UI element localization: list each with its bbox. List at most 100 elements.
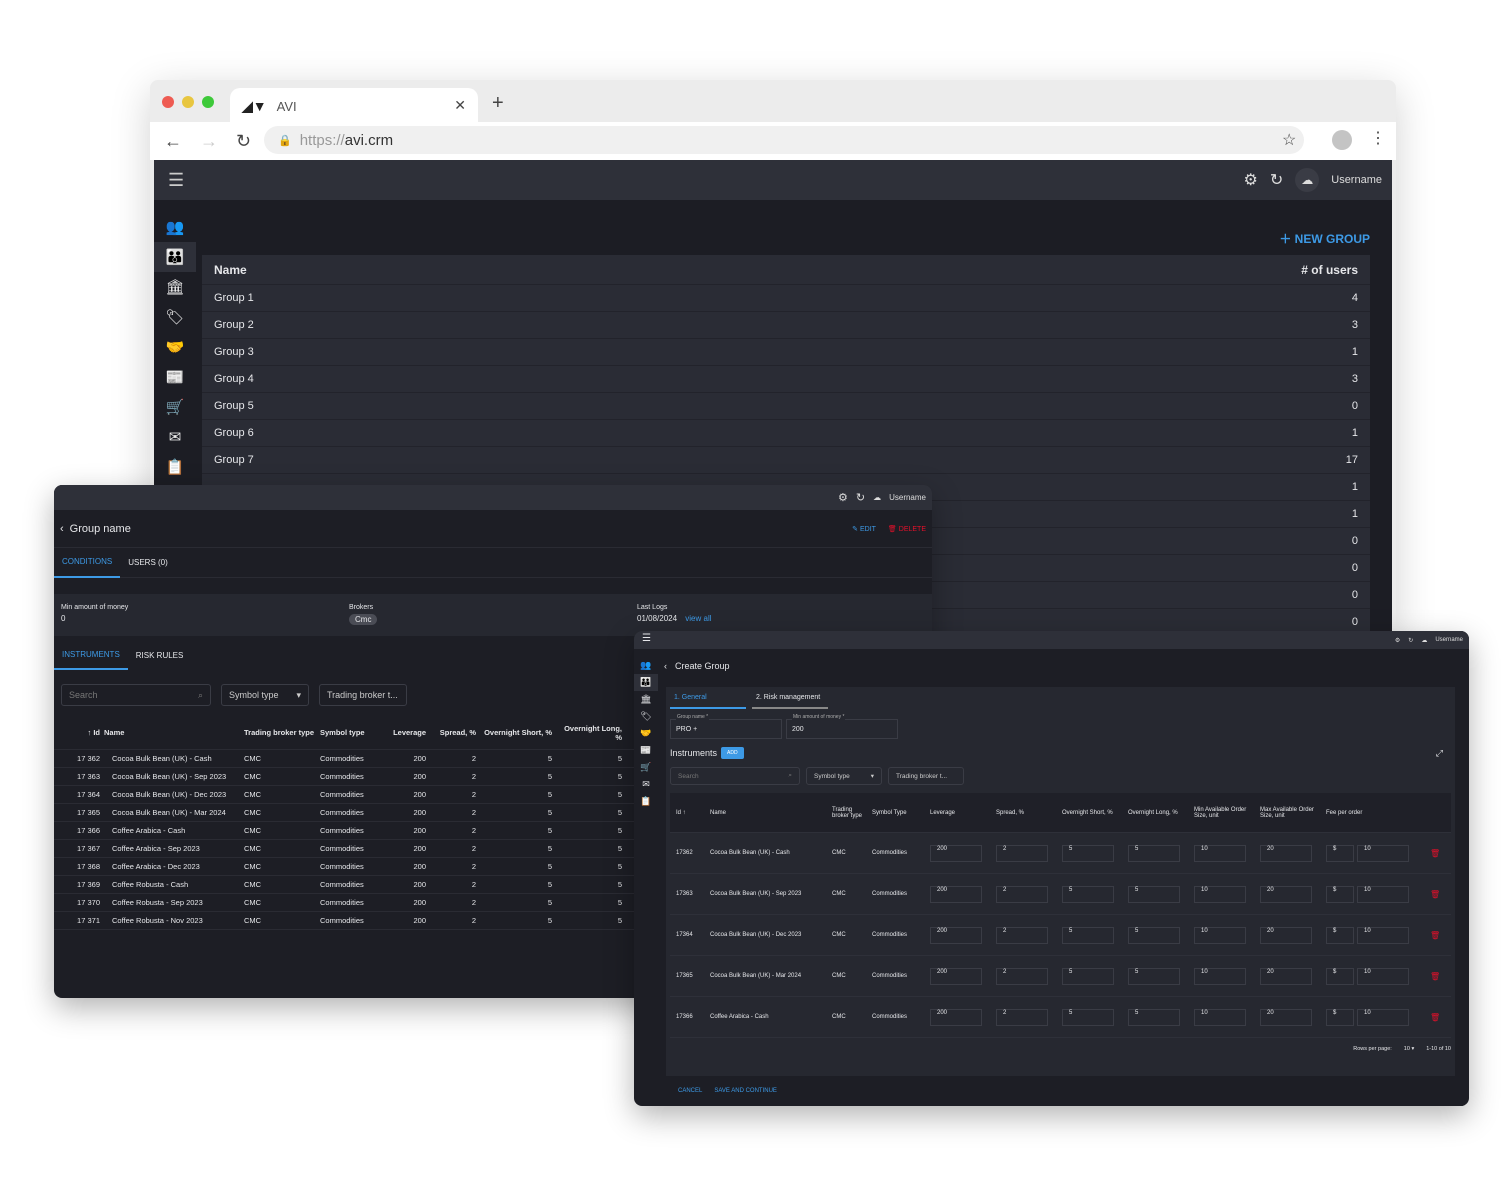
back-icon[interactable]: ← [164,131,186,152]
maximize-window-button[interactable] [202,96,214,108]
short-input[interactable]: 5 [1062,926,1114,944]
table-row[interactable]: Group 6 1 [202,420,1370,447]
step-general[interactable]: 1. General [670,687,746,709]
handshake-icon[interactable]: 🤝 [154,332,196,362]
column-header[interactable]: Name [704,810,826,816]
short-input[interactable]: 5 [1062,885,1114,903]
currency-select[interactable]: $ [1326,885,1354,903]
url-field[interactable]: 🔒 https://avi.crm [264,126,1304,154]
groups-icon[interactable]: 👪 [634,674,658,691]
column-header[interactable]: Name [104,728,244,737]
delete-icon[interactable]: 🗑 [1430,931,1440,940]
column-header[interactable]: Overnight Short, % [1056,810,1122,816]
rows-per-page-select[interactable]: 10 ▾ [1404,1046,1414,1052]
broker-type-select[interactable]: Trading broker t... [888,767,964,785]
currency-select[interactable]: $ [1326,926,1354,944]
long-input[interactable]: 5 [1128,1008,1180,1026]
short-input[interactable]: 5 [1062,1008,1114,1026]
save-and-continue-button[interactable]: SAVE AND CONTINUE [714,1088,777,1094]
edit-button[interactable]: ✎ EDIT [852,525,876,533]
bookmark-star-icon[interactable]: ☆ [1282,130,1296,150]
delete-button[interactable]: 🗑 DELETE [888,525,926,533]
username[interactable]: Username [1435,637,1463,643]
menu-icon[interactable]: ☰ [642,633,651,644]
table-row[interactable]: Group 2 3 [202,312,1370,339]
tab-instruments[interactable]: INSTRUMENTS [54,640,128,670]
min-input[interactable]: 10 [1194,885,1246,903]
table-row[interactable]: 17 364 Cocoa Bulk Bean (UK) - Dec 2023 CMC… [54,786,634,804]
cart-icon[interactable]: 🛒 [154,392,196,422]
min-input[interactable]: 10 [1194,926,1246,944]
table-row[interactable]: Group 3 1 [202,339,1370,366]
cancel-button[interactable]: CANCEL [678,1088,702,1094]
leverage-input[interactable]: 200 [930,844,982,862]
menu-icon[interactable]: ☰ [168,170,184,191]
col-name[interactable]: Name [214,263,247,277]
column-header[interactable]: Trading broker type [244,728,320,737]
search-input[interactable]: Search ⌕ [670,767,800,785]
tab-users[interactable]: USERS (0) [120,548,176,578]
min-input[interactable]: 10 [1194,844,1246,862]
group-name-field[interactable]: Group name * PRO + [670,714,782,739]
symbol-type-select[interactable]: Symbol type ▾ [806,767,882,785]
mail-icon[interactable]: ✉ [154,422,196,452]
column-header[interactable]: Symbol Type [866,810,924,816]
search-input[interactable]: Search ⌕ [61,684,211,706]
broker-type-select[interactable]: Trading broker t... [319,684,407,706]
delete-icon[interactable]: 🗑 [1430,849,1440,858]
spread-input[interactable]: 2 [996,844,1048,862]
spread-input[interactable]: 2 [996,1008,1048,1026]
max-input[interactable]: 20 [1260,926,1312,944]
users-icon[interactable]: 👥 [634,657,658,674]
column-header[interactable]: Id ↑ [670,810,704,816]
back-icon[interactable]: ‹ [664,661,667,671]
currency-select[interactable]: $ [1326,844,1354,862]
column-header[interactable]: Leverage [924,810,990,816]
long-input[interactable]: 5 [1128,844,1180,862]
handshake-icon[interactable]: 🤝 [634,725,658,742]
table-row[interactable]: 17 362 Cocoa Bulk Bean (UK) - Cash CMC Comm… [54,750,634,768]
column-header[interactable]: Min Available Order Size, unit [1188,807,1254,819]
spread-input[interactable]: 2 [996,885,1048,903]
bank-icon[interactable]: 🏛 [154,272,196,302]
close-window-button[interactable] [162,96,174,108]
cart-icon[interactable]: 🛒 [634,759,658,776]
max-input[interactable]: 20 [1260,967,1312,985]
column-header[interactable]: Overnight Long, % [1122,810,1188,816]
column-header[interactable]: ↑ Id [54,728,104,737]
table-row[interactable]: 17 367 Coffee Arabica - Sep 2023 CMC Commod… [54,840,634,858]
view-all-link[interactable]: view all [685,614,711,623]
table-row[interactable]: Group 4 3 [202,366,1370,393]
min-money-field[interactable]: Min amount of money * 200 [786,714,898,739]
delete-icon[interactable]: 🗑 [1430,890,1440,899]
profile-avatar[interactable] [1332,130,1352,150]
column-header[interactable]: Overnight Long, % [556,724,626,742]
refresh-icon[interactable]: ↻ [1408,637,1413,644]
settings-icon[interactable]: ⚙ [838,491,848,504]
groups-icon[interactable]: 👪 [154,242,196,272]
refresh-icon[interactable]: ↻ [856,491,865,504]
delete-icon[interactable]: 🗑 [1430,1013,1440,1022]
users-icon[interactable]: 👥 [154,212,196,242]
long-input[interactable]: 5 [1128,967,1180,985]
broker-chip[interactable]: Cmc [349,614,378,625]
short-input[interactable]: 5 [1062,844,1114,862]
leverage-input[interactable]: 200 [930,885,982,903]
table-row[interactable]: 17 366 Coffee Arabica - Cash CMC Commoditie… [54,822,634,840]
tags-icon[interactable]: 🏷 [634,708,658,725]
currency-select[interactable]: $ [1326,967,1354,985]
settings-icon[interactable]: ⚙ [1244,170,1258,190]
username[interactable]: Username [1331,174,1382,186]
minimize-window-button[interactable] [182,96,194,108]
table-row[interactable]: 17 365 Cocoa Bulk Bean (UK) - Mar 2024 CMC… [54,804,634,822]
spread-input[interactable]: 2 [996,967,1048,985]
step-risk[interactable]: 2. Risk management [752,687,828,709]
max-input[interactable]: 20 [1260,885,1312,903]
leverage-input[interactable]: 200 [930,967,982,985]
short-input[interactable]: 5 [1062,967,1114,985]
column-header[interactable]: Max Available Order Size, unit [1254,807,1320,819]
max-input[interactable]: 20 [1260,844,1312,862]
max-input[interactable]: 20 [1260,1008,1312,1026]
table-row[interactable]: Group 7 17 [202,447,1370,474]
table-row[interactable]: 17 368 Coffee Arabica - Dec 2023 CMC Commod… [54,858,634,876]
